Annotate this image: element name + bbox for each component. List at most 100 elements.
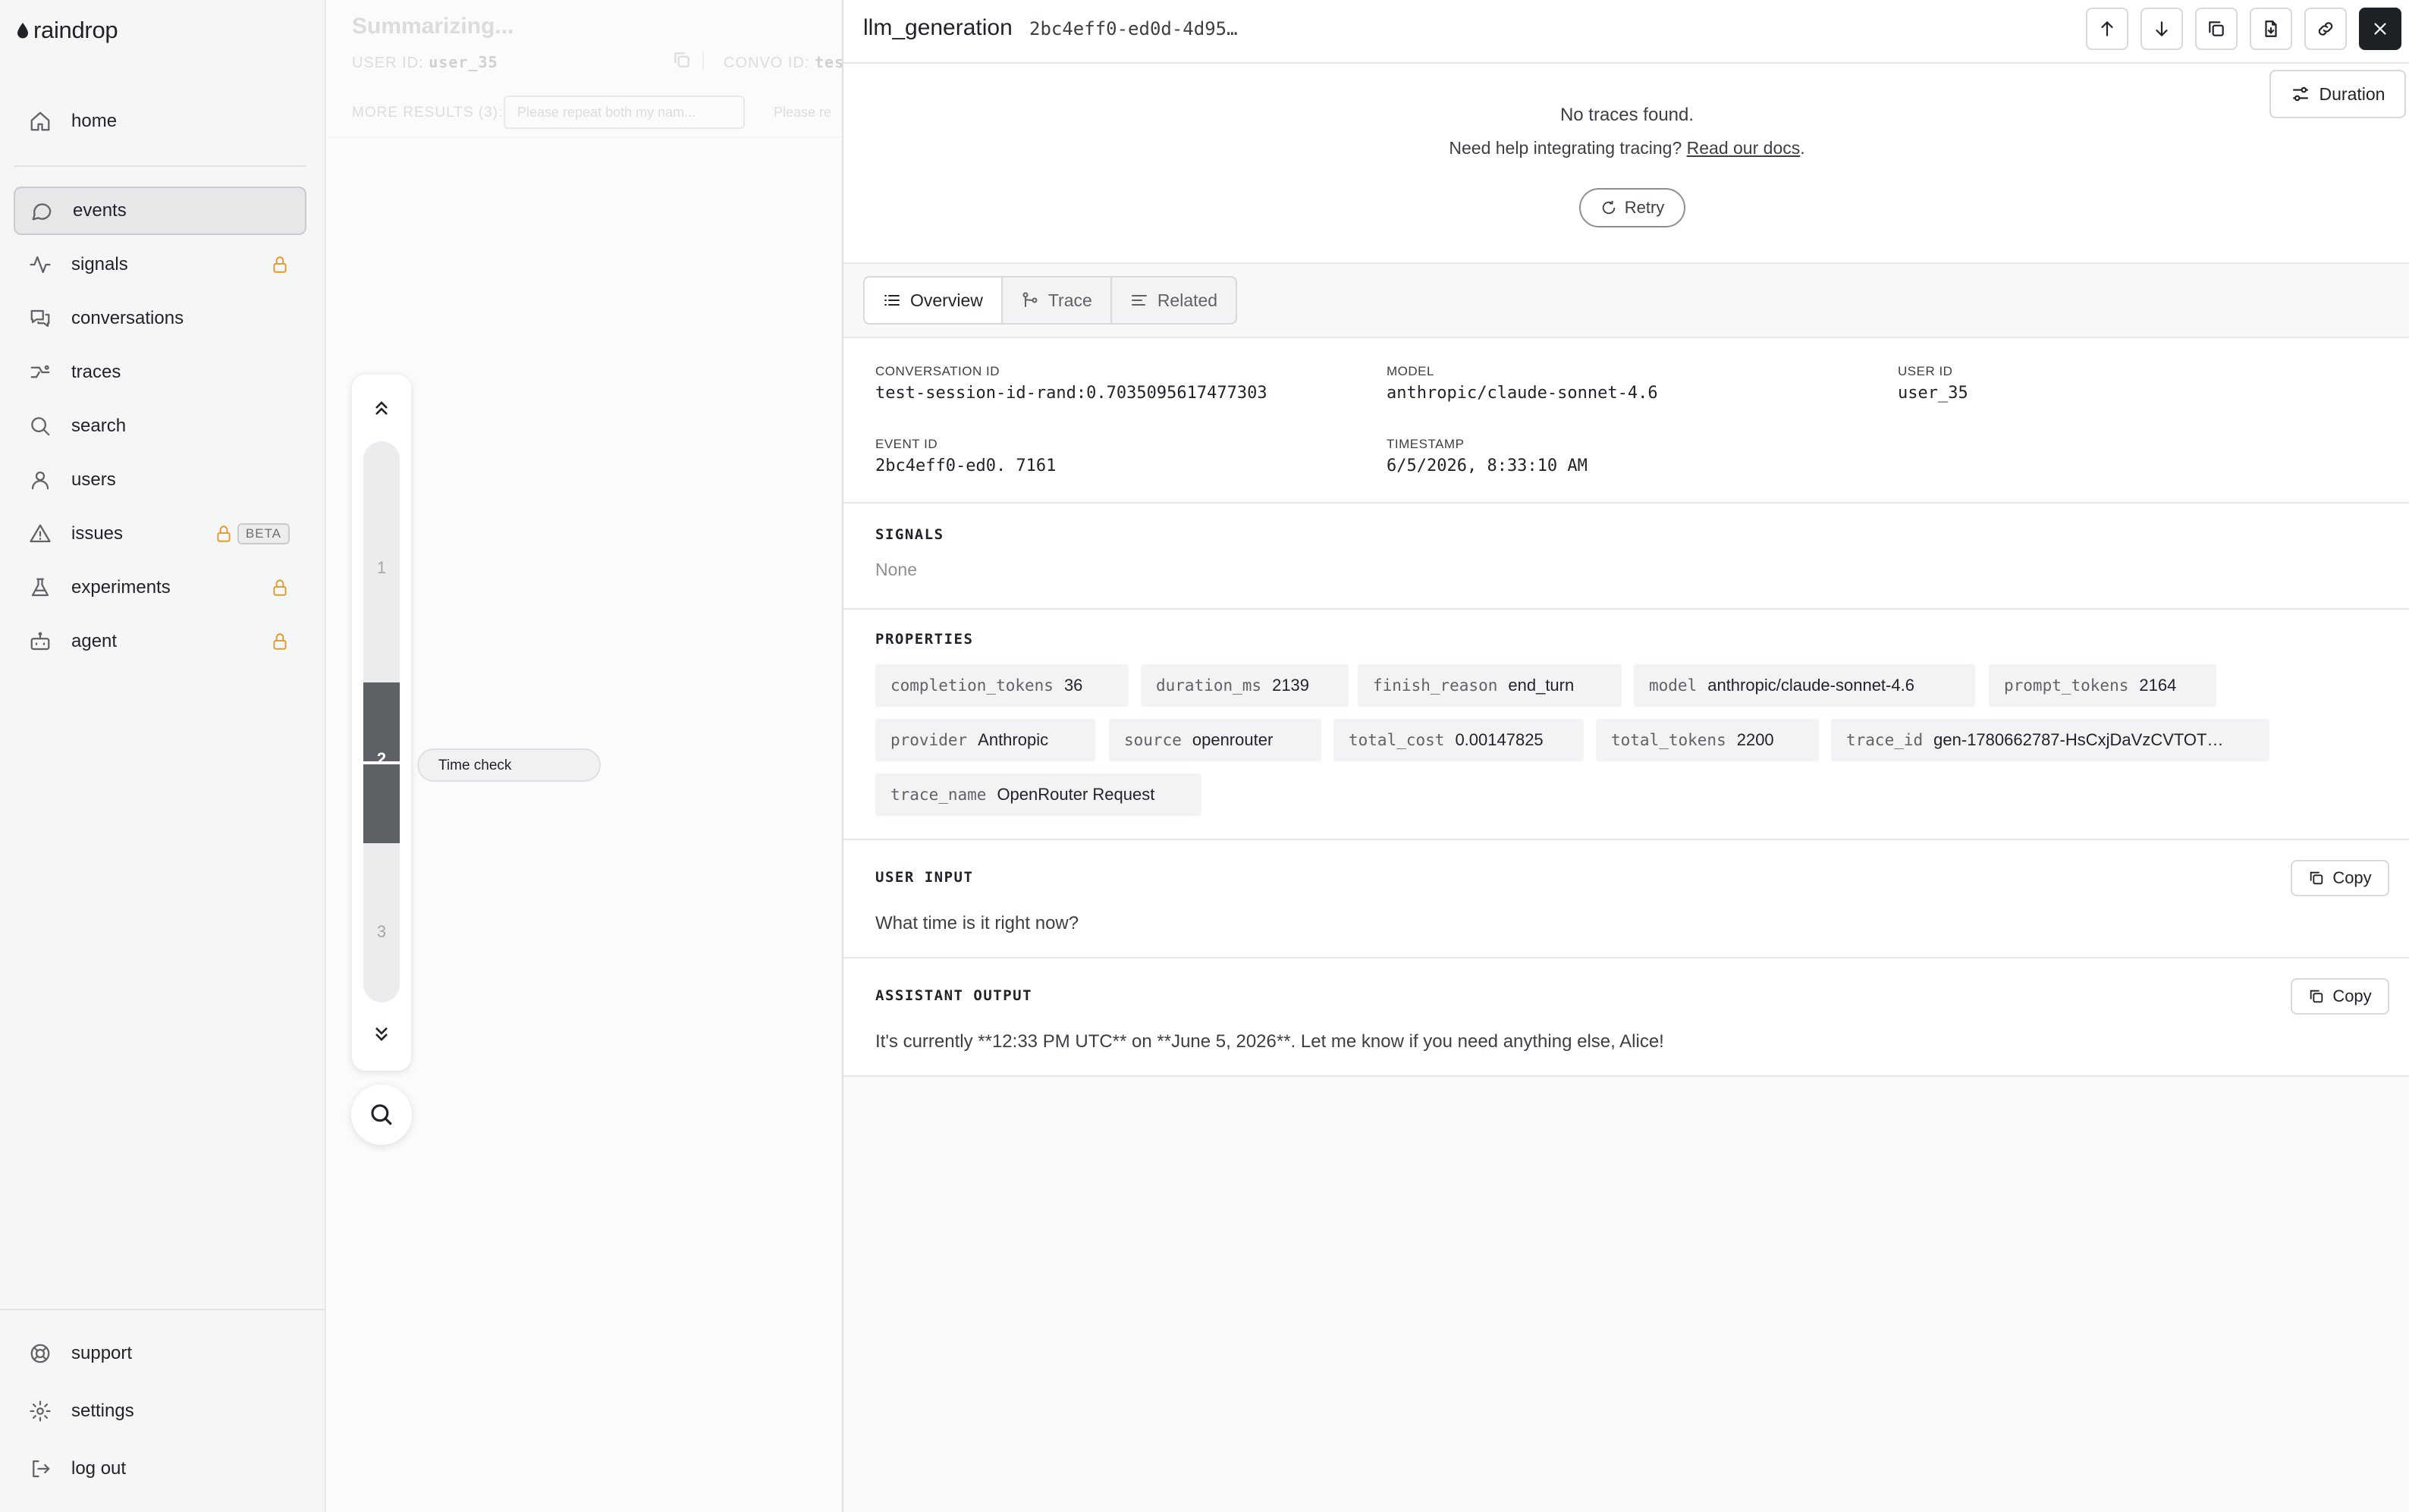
sidebar-item-search[interactable]: search — [14, 402, 306, 450]
property-value: 2200 — [1736, 730, 1774, 749]
timeline-track[interactable]: 1 2 3 — [363, 441, 400, 1002]
copy-user-input-button[interactable]: Copy — [2291, 860, 2389, 896]
sidebar-item-signals[interactable]: signals — [14, 240, 306, 289]
read-docs-link[interactable]: Read our docs — [1687, 138, 1801, 158]
property-chip[interactable]: finish_reason end_turn — [1358, 664, 1622, 707]
overview-section: CONVERSATION ID test-session-id-rand:0.7… — [843, 338, 2409, 503]
timeline-step-active[interactable]: 2 — [363, 749, 400, 769]
copy-link-button[interactable] — [2304, 8, 2347, 50]
signals-title: SIGNALS — [875, 526, 944, 543]
copy-icon[interactable] — [672, 50, 692, 70]
export-button[interactable] — [2250, 8, 2292, 50]
tab-overview[interactable]: Overview — [865, 278, 1003, 323]
sidebar-item-support[interactable]: support — [14, 1329, 306, 1378]
property-chip[interactable]: completion_tokens 36 — [875, 664, 1129, 707]
assistant-output-text: It's currently **12:33 PM UTC** on **Jun… — [875, 1031, 1664, 1052]
search-button[interactable] — [351, 1084, 412, 1145]
property-value: 2164 — [2139, 676, 2177, 695]
timestamp-label: TIMESTAMP — [1387, 437, 1465, 451]
sidebar-item-users[interactable]: users — [14, 456, 306, 504]
sidebar-item-label: log out — [71, 1458, 127, 1479]
raindrop-logo-icon — [17, 23, 28, 39]
property-chip[interactable]: provider Anthropic — [875, 719, 1095, 761]
lines-icon — [1131, 295, 1147, 306]
sidebar-item-label: experiments — [71, 577, 171, 598]
timeline-step[interactable]: 1 — [363, 558, 400, 578]
duplicate-button[interactable] — [2195, 8, 2238, 50]
lock-icon — [273, 633, 287, 650]
property-key: total_cost — [1349, 731, 1445, 749]
user-icon — [31, 471, 49, 490]
copy-assistant-output-button[interactable]: Copy — [2291, 978, 2389, 1015]
conversation-id-value[interactable]: test-session-id-rand:0.7035095617477303 — [875, 384, 1267, 403]
chevrons-up-icon[interactable] — [371, 397, 392, 419]
timeline-step[interactable]: 3 — [363, 922, 400, 942]
property-chip[interactable]: trace_name OpenRouter Request — [875, 773, 1201, 816]
brand-logo[interactable]: raindrop — [17, 17, 118, 44]
property-value: OpenRouter Request — [997, 785, 1155, 804]
user-id-value[interactable]: user_35 — [1898, 384, 1968, 403]
trace-icon — [1022, 292, 1038, 307]
previous-event-button[interactable] — [2086, 8, 2128, 50]
property-chip[interactable]: source openrouter — [1109, 719, 1321, 761]
property-chip[interactable]: trace_id gen-1780662787-HsCxjDaVzCVTOT… — [1831, 719, 2269, 761]
event-detail-panel: llm_generation 2bc4eff0-ed0d-4d95… Durat… — [842, 0, 2409, 1512]
sidebar-item-settings[interactable]: settings — [14, 1387, 306, 1435]
gear-icon — [30, 1401, 51, 1422]
user-input-section: USER INPUT Copy What time is it right no… — [843, 840, 2409, 958]
link-icon — [2318, 22, 2333, 36]
tab-related[interactable]: Related — [1112, 278, 1236, 323]
sidebar-item-label: home — [71, 111, 118, 131]
copy-label: Copy — [2332, 868, 2372, 887]
property-chip[interactable]: duration_ms 2139 — [1141, 664, 1349, 707]
tab-trace[interactable]: Trace — [1003, 278, 1112, 323]
assistant-output-section: ASSISTANT OUTPUT Copy It's currently **1… — [843, 958, 2409, 1077]
property-value: gen-1780662787-HsCxjDaVzCVTOT… — [1933, 730, 2224, 749]
property-chip[interactable]: total_cost 0.00147825 — [1333, 719, 1584, 761]
copy-icon — [2310, 990, 2323, 1003]
home-icon — [30, 111, 50, 131]
property-chip[interactable]: total_tokens 2200 — [1596, 719, 1819, 761]
property-chip[interactable]: prompt_tokens 2164 — [1989, 664, 2216, 707]
more-results-chip[interactable]: Please repeat both my nam... — [504, 96, 745, 129]
sidebar-item-events[interactable]: events — [14, 187, 306, 235]
step-timeline: 1 2 3 — [352, 375, 411, 1071]
property-chip[interactable]: model anthropic/claude-sonnet-4.6 — [1634, 664, 1975, 707]
signals-value: None — [875, 560, 917, 579]
retry-button[interactable]: Retry — [1579, 188, 1685, 227]
sidebar-item-experiments[interactable]: experiments — [14, 563, 306, 612]
arrow-up-icon — [2101, 21, 2113, 36]
logout-icon — [33, 1460, 50, 1478]
property-value: Anthropic — [978, 730, 1049, 749]
lock-icon — [273, 256, 287, 273]
lifebuoy-icon — [30, 1344, 50, 1363]
list-icon — [884, 295, 900, 306]
sidebar-item-traces[interactable]: traces — [14, 348, 306, 397]
trace-area: Duration No traces found. Need help inte… — [843, 64, 2409, 264]
property-value: 0.00147825 — [1455, 730, 1544, 749]
timeline-tooltip: Time check — [417, 748, 601, 782]
sidebar-item-label: conversations — [71, 308, 184, 328]
sidebar-item-agent[interactable]: agent — [14, 617, 306, 666]
next-event-button[interactable] — [2140, 8, 2183, 50]
more-results-chip[interactable]: Please re — [760, 96, 842, 129]
sidebar-item-conversations[interactable]: conversations — [14, 294, 306, 343]
sidebar-item-label: settings — [71, 1401, 134, 1421]
background-title: Summarizing... — [352, 14, 514, 39]
refresh-icon — [1602, 200, 1615, 215]
sidebar-item-label: signals — [71, 254, 128, 274]
close-panel-button[interactable] — [2359, 8, 2401, 50]
sidebar-item-issues[interactable]: issues BETA — [14, 510, 306, 558]
sidebar-item-logout[interactable]: log out — [14, 1445, 306, 1493]
sidebar-bottom-divider — [0, 1309, 326, 1310]
property-key: prompt_tokens — [2004, 676, 2129, 695]
property-key: provider — [890, 731, 968, 749]
lock-icon — [273, 579, 287, 596]
chevrons-down-icon[interactable] — [371, 1024, 392, 1045]
sidebar-item-label: users — [71, 469, 116, 490]
property-value: openrouter — [1192, 730, 1274, 749]
property-key: trace_id — [1846, 731, 1924, 749]
background-convo-id: CONVO ID: tes — [724, 53, 842, 72]
lock-icon — [217, 525, 231, 542]
sidebar-item-home[interactable]: home — [14, 97, 306, 146]
